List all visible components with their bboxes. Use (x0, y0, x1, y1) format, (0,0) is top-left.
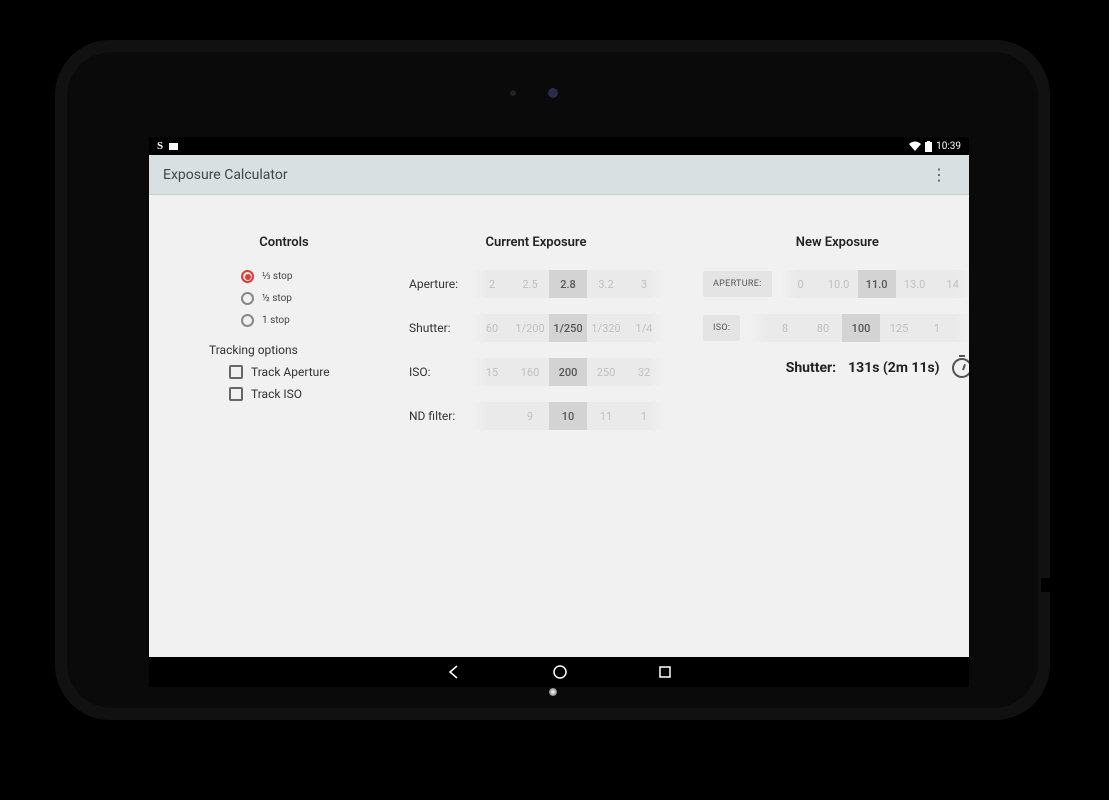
dial-tick: 60 (473, 322, 511, 335)
new-aperture-row: APERTURE: 010.011.013.014 (703, 270, 969, 298)
dial-tick: 1/320 (587, 322, 625, 335)
result-label: Shutter: (786, 360, 836, 376)
iso-label: ISO: (409, 365, 473, 379)
checkbox-label: Track Aperture (251, 365, 330, 379)
app-bar: Exposure Calculator ⋮ (149, 155, 969, 195)
dial-tick: 10 (549, 402, 587, 430)
new-exposure-panel: New Exposure APERTURE: 010.011.013.014 I… (683, 235, 969, 657)
aperture-dial[interactable]: 22.52.83.23 (473, 270, 663, 298)
dial-tick: 1 (918, 322, 956, 335)
timer-icon[interactable] (952, 358, 969, 378)
radio-icon (241, 292, 254, 305)
nav-recent-icon[interactable] (658, 665, 672, 679)
nd-row: ND filter: 910111 (409, 402, 663, 430)
overflow-menu-icon[interactable]: ⋮ (923, 161, 955, 188)
dial-tick: 2.5 (511, 278, 549, 291)
dial-tick: 3 (625, 278, 663, 291)
checkbox-label: Track ISO (251, 387, 302, 401)
dial-tick: 15 (473, 366, 511, 379)
dial-tick: 1/200 (511, 322, 549, 335)
dial-tick: 160 (511, 366, 549, 379)
iso-chip[interactable]: ISO: (703, 315, 740, 341)
status-bar: S 10:39 (149, 137, 969, 155)
radio-label: ½ stop (262, 293, 292, 304)
tablet-frame: S 10:39 Exposure Calculator ⋮ Control (55, 40, 1050, 720)
dial-tick: 3.2 (587, 278, 625, 291)
checkbox-track-iso[interactable]: Track ISO (229, 387, 369, 401)
radio-icon (241, 270, 254, 283)
shutter-dial[interactable]: 601/2001/2501/3201/4 (473, 314, 663, 342)
shutter-label: Shutter: (409, 321, 473, 335)
front-camera (548, 88, 558, 98)
app-title: Exposure Calculator (163, 167, 288, 183)
iso-dial[interactable]: 1516020025032 (473, 358, 663, 386)
status-app-icon: S (157, 140, 163, 152)
nav-home-icon[interactable] (552, 664, 568, 680)
radio-half-stop[interactable]: ½ stop (241, 292, 369, 305)
dial-tick: 1 (625, 410, 663, 423)
new-aperture-dial[interactable]: 010.011.013.014 (782, 270, 969, 298)
battery-icon (925, 141, 932, 152)
dial-tick: 250 (587, 366, 625, 379)
content-area: Controls ⅓ stop ½ stop 1 stop Tra (149, 195, 969, 657)
controls-panel: Controls ⅓ stop ½ stop 1 stop Tra (179, 235, 389, 657)
current-exposure-panel: Current Exposure Aperture: 22.52.83.23 S… (389, 235, 683, 657)
aperture-chip[interactable]: APERTURE: (703, 271, 772, 297)
shutter-row: Shutter: 601/2001/2501/3201/4 (409, 314, 663, 342)
radio-icon (241, 314, 254, 327)
indicator-led (549, 688, 557, 696)
screen: S 10:39 Exposure Calculator ⋮ Control (149, 137, 969, 657)
dial-tick: 14 (934, 278, 969, 291)
dial-tick: 125 (880, 322, 918, 335)
new-iso-dial[interactable]: 8801001251 (750, 314, 969, 342)
dial-tick: 9 (511, 410, 549, 423)
nd-label: ND filter: (409, 409, 473, 423)
new-title: New Exposure (703, 235, 969, 250)
status-time: 10:39 (936, 141, 961, 152)
radio-label: 1 stop (262, 315, 290, 326)
dial-tick: 8 (766, 322, 804, 335)
dial-tick: 2.8 (549, 270, 587, 298)
aperture-row: Aperture: 22.52.83.23 (409, 270, 663, 298)
nav-bar (149, 657, 969, 687)
tracking-title: Tracking options (209, 343, 369, 357)
controls-title: Controls (199, 235, 369, 250)
result-value: 131s (2m 11s) (848, 360, 939, 376)
dial-tick: 11.0 (858, 270, 896, 298)
dial-tick: 2 (473, 278, 511, 291)
wifi-icon (909, 141, 921, 151)
stop-radio-group: ⅓ stop ½ stop 1 stop (241, 270, 369, 327)
dial-tick: 10.0 (820, 278, 858, 291)
new-iso-row: ISO: 8801001251 (703, 314, 969, 342)
dial-tick: 32 (625, 366, 663, 379)
dial-tick: 80 (804, 322, 842, 335)
dial-tick: 0 (782, 278, 820, 291)
current-title: Current Exposure (409, 235, 663, 250)
tablet-side-button (1041, 578, 1071, 592)
status-cast-icon (169, 143, 178, 150)
dial-tick: 1/4 (625, 322, 663, 335)
dial-tick: 11 (587, 410, 625, 423)
checkbox-icon (229, 365, 243, 379)
checkbox-track-aperture[interactable]: Track Aperture (229, 365, 369, 379)
dial-tick: 100 (842, 314, 880, 342)
dial-tick: 200 (549, 358, 587, 386)
nav-back-icon[interactable] (446, 664, 462, 680)
radio-label: ⅓ stop (262, 271, 292, 282)
radio-third-stop[interactable]: ⅓ stop (241, 270, 369, 283)
iso-row: ISO: 1516020025032 (409, 358, 663, 386)
dial-tick: 1/250 (549, 314, 587, 342)
radio-full-stop[interactable]: 1 stop (241, 314, 369, 327)
result-row: Shutter: 131s (2m 11s) (703, 358, 969, 378)
checkbox-icon (229, 387, 243, 401)
nd-dial[interactable]: 910111 (473, 402, 663, 430)
dial-tick: 13.0 (896, 278, 934, 291)
aperture-label: Aperture: (409, 277, 473, 291)
